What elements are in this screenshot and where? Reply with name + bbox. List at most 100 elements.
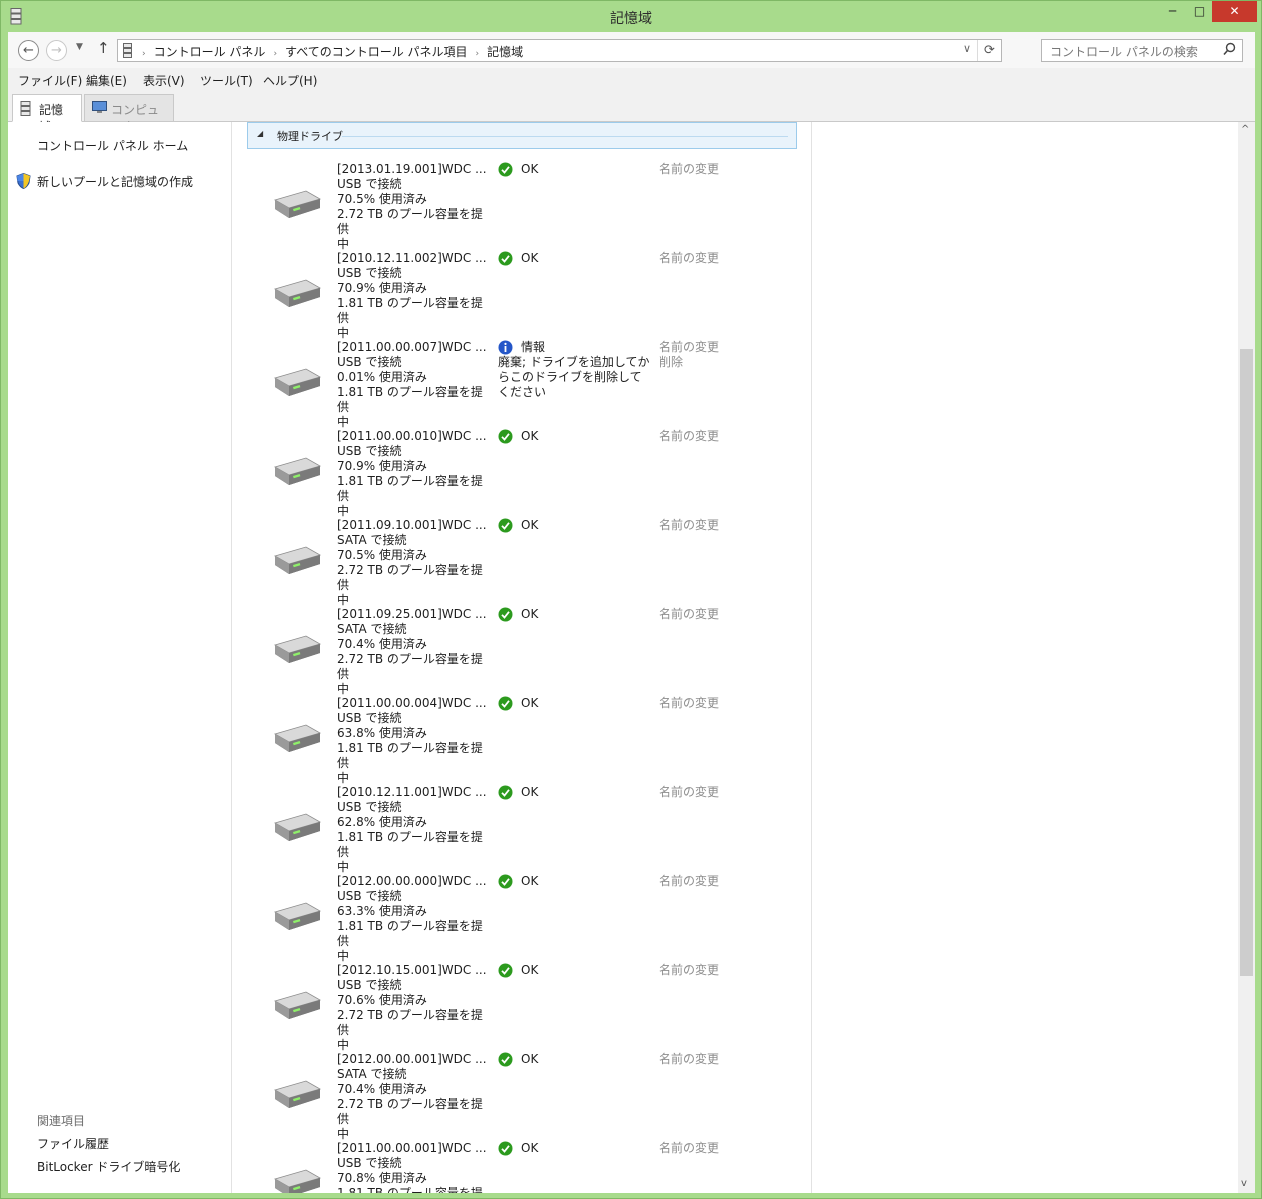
breadcrumb-separator[interactable]: › [142, 49, 146, 59]
physical-drives-group-header[interactable]: ◢ 物理ドライブ [247, 122, 797, 149]
drive-capacity: 2.72 TB のプール容量を提供 [337, 207, 483, 236]
drive-actions: 名前の変更 [659, 696, 719, 711]
menu-edit[interactable]: 編集(E) [86, 72, 127, 89]
search-icon[interactable] [1223, 42, 1236, 56]
control-panel-home-link[interactable]: コントロール パネル ホーム [37, 137, 188, 154]
status-label: OK [521, 251, 539, 265]
drive-capacity: 1.81 TB のプール容量を提供 [337, 385, 483, 414]
title-bar[interactable]: 記憶域 ─ □ ✕ [1, 1, 1261, 33]
drive-status: OK [498, 785, 653, 800]
address-dropdown-button[interactable]: ∨ [963, 42, 971, 55]
drive-usage: 70.4% 使用済み [337, 637, 427, 651]
drive-connection: SATA で接続 [337, 1067, 407, 1081]
rename-link[interactable]: 名前の変更 [659, 518, 719, 533]
status-line: OK [498, 162, 653, 177]
drive-row[interactable]: [2011.00.00.001]WDC ... USB で接続 70.8% 使用済み… [232, 1141, 811, 1193]
collapse-icon[interactable]: ◢ [257, 129, 263, 138]
rename-link[interactable]: 名前の変更 [659, 251, 719, 266]
rename-link[interactable]: 名前の変更 [659, 607, 719, 622]
drive-status: OK [498, 251, 653, 266]
drive-capacity: 1.81 TB のプール容量を提供 [337, 474, 483, 503]
related-header: 関連項目 [37, 1114, 86, 1128]
breadcrumb-control-panel[interactable]: コントロール パネル [154, 45, 266, 59]
drive-row[interactable]: [2012.10.15.001]WDC ... USB で接続 70.6% 使用済み… [232, 963, 811, 1053]
drive-row[interactable]: [2012.00.00.001]WDC ... SATA で接続 70.4% 使用済… [232, 1052, 811, 1141]
recent-locations-dropdown[interactable]: ▼ [76, 42, 83, 52]
rename-link[interactable]: 名前の変更 [659, 696, 719, 711]
drive-name: [2011.00.00.001]WDC ... [337, 1141, 487, 1155]
drive-info: [2012.10.15.001]WDC ... USB で接続 70.6% 使用済み… [337, 963, 492, 1053]
maximize-button[interactable]: □ [1186, 1, 1213, 22]
back-button[interactable]: ← [18, 40, 39, 61]
drive-capacity: 1.81 TB のプール容量を提供 [337, 296, 483, 325]
drive-usage: 62.8% 使用済み [337, 815, 427, 829]
drive-name: [2011.00.00.010]WDC ... [337, 429, 487, 443]
rename-link[interactable]: 名前の変更 [659, 429, 719, 444]
drive-capacity-tail: 中 [337, 1127, 350, 1141]
up-button[interactable]: ↑ [97, 39, 110, 57]
refresh-button[interactable]: ⟳ [977, 40, 1001, 61]
rename-link[interactable]: 名前の変更 [659, 340, 719, 355]
drive-usage: 70.4% 使用済み [337, 1082, 427, 1096]
status-line: OK [498, 963, 653, 978]
rename-link[interactable]: 名前の変更 [659, 162, 719, 177]
drive-row[interactable]: [2010.12.11.001]WDC ... USB で接続 62.8% 使用済み… [232, 785, 811, 874]
ok-check-icon [498, 785, 513, 800]
breadcrumb-separator[interactable]: › [476, 49, 480, 59]
drive-capacity: 1.81 TB のプール容量を提供 [337, 1186, 483, 1193]
drive-row[interactable]: [2011.00.00.004]WDC ... USB で接続 63.8% 使用済み… [232, 696, 811, 785]
rename-link[interactable]: 名前の変更 [659, 874, 719, 889]
file-history-link[interactable]: ファイル履歴 [37, 1135, 109, 1152]
scroll-up-button[interactable]: ^ [1241, 124, 1249, 135]
storage-spaces-icon [20, 101, 31, 116]
drive-actions: 名前の変更 [659, 162, 719, 177]
menu-tools[interactable]: ツール(T) [200, 72, 253, 89]
drive-connection: USB で接続 [337, 889, 402, 903]
rename-link[interactable]: 名前の変更 [659, 785, 719, 800]
drive-row[interactable]: [2010.12.11.002]WDC ... USB で接続 70.9% 使用済み… [232, 251, 811, 340]
minimize-button[interactable]: ─ [1159, 1, 1186, 22]
drive-row[interactable]: [2011.00.00.007]WDC ... USB で接続 0.01% 使用済み… [232, 340, 811, 429]
forward-button[interactable]: → [46, 40, 67, 61]
drive-row[interactable]: [2011.00.00.010]WDC ... USB で接続 70.9% 使用済み… [232, 429, 811, 518]
tab-storage-spaces[interactable]: 記憶域 [12, 94, 82, 134]
drive-actions: 名前の変更 [659, 607, 719, 622]
hard-drive-icon [273, 190, 322, 218]
rename-link[interactable]: 名前の変更 [659, 1141, 719, 1156]
drive-capacity: 1.81 TB のプール容量を提供 [337, 741, 483, 770]
menu-file[interactable]: ファイル(F) [18, 72, 82, 89]
drive-capacity-tail: 中 [337, 1038, 350, 1052]
menu-help[interactable]: ヘルプ(H) [263, 72, 317, 89]
drive-capacity: 1.81 TB のプール容量を提供 [337, 919, 483, 948]
drive-row[interactable]: [2012.00.00.000]WDC ... USB で接続 63.3% 使用済み… [232, 874, 811, 963]
rename-link[interactable]: 名前の変更 [659, 963, 719, 978]
scroll-down-button[interactable]: v [1241, 1178, 1247, 1189]
drive-status: OK [498, 963, 653, 978]
drive-name: [2010.12.11.001]WDC ... [337, 785, 487, 799]
breadcrumb-separator[interactable]: › [273, 49, 277, 59]
tab-computer[interactable]: コンピューター [84, 94, 174, 134]
breadcrumb-all-items[interactable]: すべてのコントロール パネル項目 [285, 45, 468, 59]
drive-name: [2012.00.00.000]WDC ... [337, 874, 487, 888]
drive-status: 情報 廃棄; ドライブを追加してからこのドライブを削除してください [498, 340, 653, 400]
hard-drive-icon [273, 457, 322, 485]
address-bar[interactable]: › コントロール パネル › すべてのコントロール パネル項目 › 記憶域 ∨ ⟳ [117, 39, 1002, 62]
drive-name: [2011.00.00.007]WDC ... [337, 340, 487, 354]
drive-row[interactable]: [2013.01.19.001]WDC ... USB で接続 70.5% 使用済み… [232, 162, 811, 251]
drive-row[interactable]: [2011.09.25.001]WDC ... SATA で接続 70.4% 使用済… [232, 607, 811, 696]
create-pool-link[interactable]: 新しいプールと記憶域の作成 [37, 173, 193, 190]
vertical-scrollbar[interactable]: ^ v [1238, 122, 1255, 1193]
close-button[interactable]: ✕ [1212, 1, 1257, 22]
drive-connection: USB で接続 [337, 266, 402, 280]
menu-view[interactable]: 表示(V) [143, 72, 185, 89]
status-label: OK [521, 1141, 539, 1155]
search-box[interactable]: コントロール パネルの検索 [1041, 39, 1243, 62]
remove-link[interactable]: 削除 [659, 355, 719, 370]
breadcrumb-storage-spaces[interactable]: 記憶域 [487, 45, 523, 59]
bitlocker-link[interactable]: BitLocker ドライブ暗号化 [37, 1158, 180, 1175]
drive-row[interactable]: [2011.09.10.001]WDC ... SATA で接続 70.5% 使用済… [232, 518, 811, 607]
drive-capacity: 2.72 TB のプール容量を提供 [337, 1008, 483, 1037]
rename-link[interactable]: 名前の変更 [659, 1052, 719, 1067]
drive-name: [2011.09.25.001]WDC ... [337, 607, 487, 621]
scroll-thumb[interactable] [1240, 349, 1253, 976]
